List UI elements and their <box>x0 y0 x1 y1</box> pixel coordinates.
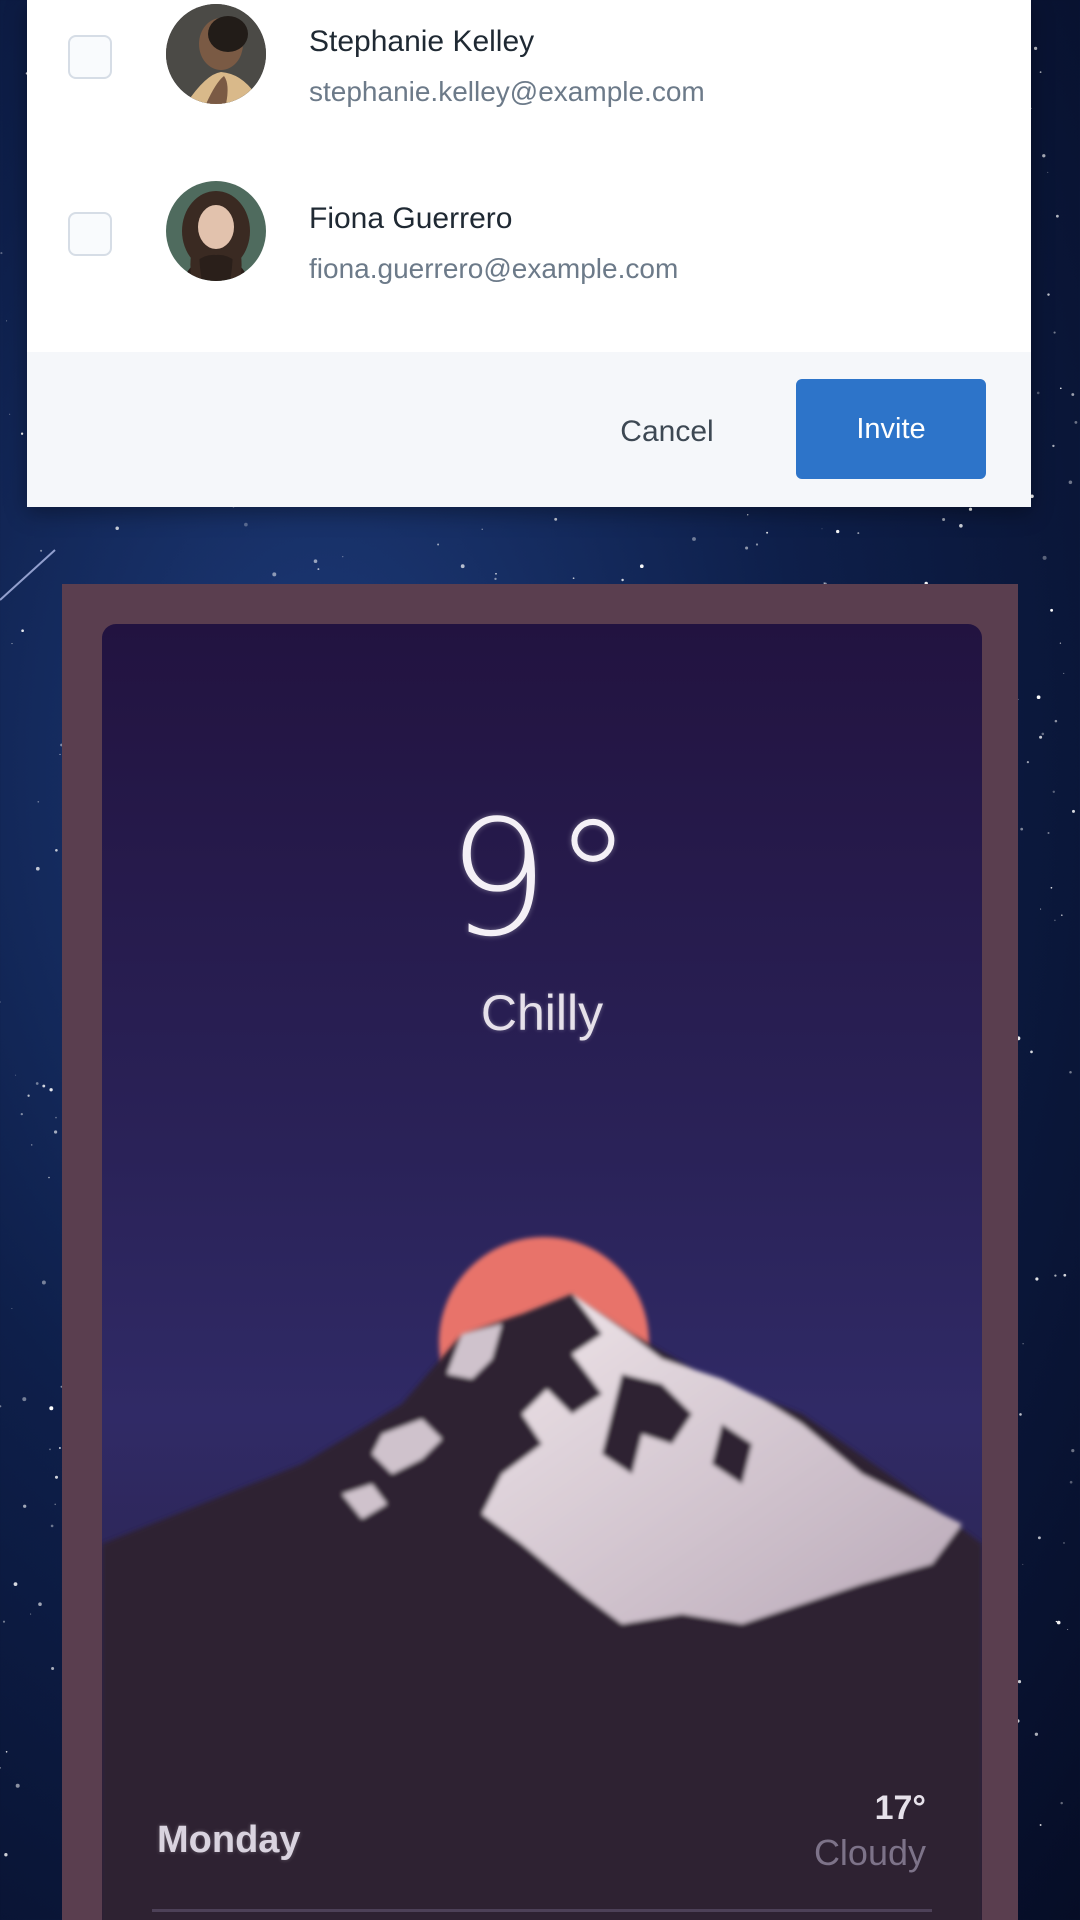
contact-row[interactable]: Fiona Guerrero fiona.guerrero@example.co… <box>27 162 1031 302</box>
invite-button[interactable]: Invite <box>796 379 986 479</box>
contact-name: Stephanie Kelley <box>309 25 535 58</box>
cancel-button[interactable]: Cancel <box>597 407 737 457</box>
dialog-footer: Cancel Invite <box>27 352 1031 507</box>
avatar <box>166 181 266 281</box>
contact-row[interactable]: Stephanie Kelley stephanie.kelley@exampl… <box>27 0 1031 125</box>
invite-dialog: Stephanie Kelley stephanie.kelley@exampl… <box>27 0 1031 507</box>
weather-widget-frame: 9° Chilly Monday 17° Cloudy <box>62 584 1018 1920</box>
contact-email: fiona.guerrero@example.com <box>309 253 679 284</box>
current-condition: Chilly <box>480 985 604 1041</box>
mountain-sun-illustration <box>102 1237 982 1920</box>
contact-name: Fiona Guerrero <box>309 202 513 235</box>
avatar <box>166 4 266 104</box>
contact-email: stephanie.kelley@example.com <box>309 76 705 107</box>
forecast-divider <box>152 1909 932 1912</box>
current-temperature: 9° <box>447 785 637 972</box>
contact-checkbox[interactable] <box>68 35 112 79</box>
forecast-temperature: 17° <box>874 1789 926 1827</box>
forecast-day: Monday <box>157 1819 301 1861</box>
weather-card: 9° Chilly Monday 17° Cloudy <box>102 624 982 1920</box>
contact-checkbox[interactable] <box>68 212 112 256</box>
forecast-condition: Cloudy <box>813 1832 926 1873</box>
